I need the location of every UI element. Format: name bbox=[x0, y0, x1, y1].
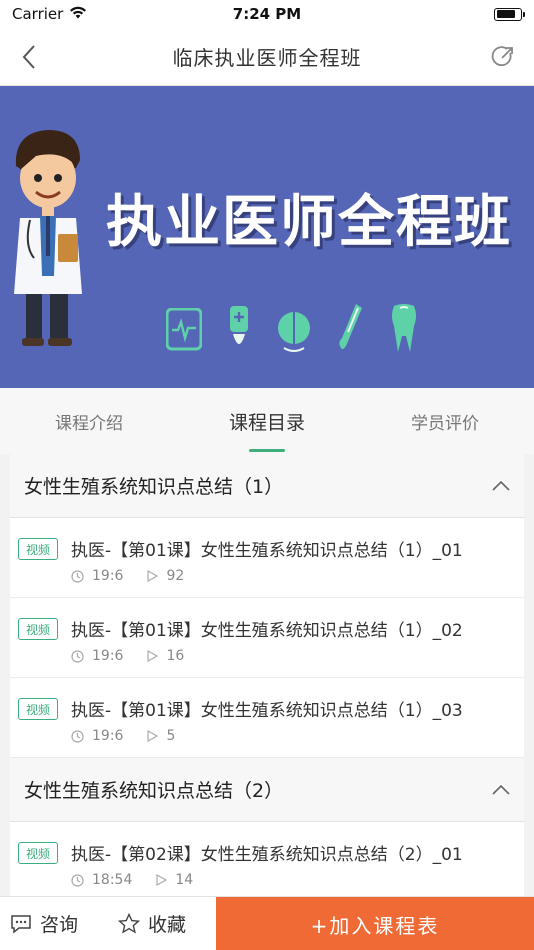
lesson-title: 执医-【第02课】女性生殖系统知识点总结（2）_01 bbox=[71, 845, 463, 865]
consult-button[interactable]: 咨询 bbox=[10, 910, 78, 937]
catalog-list: 女性生殖系统知识点总结（1） 视频 执医-【第01课】女性生殖系统知识点总结（1… bbox=[10, 454, 524, 902]
pill-icon bbox=[278, 312, 310, 352]
lesson-duration: 19:6 bbox=[92, 648, 124, 664]
lesson-duration: 18:54 bbox=[92, 872, 133, 888]
section-header[interactable]: 女性生殖系统知识点总结（2） bbox=[10, 758, 524, 822]
iv-bag-icon bbox=[230, 306, 248, 344]
tooth-icon bbox=[392, 304, 416, 352]
chevron-up-icon bbox=[492, 480, 510, 491]
share-icon bbox=[491, 46, 513, 67]
chat-icon bbox=[10, 914, 32, 934]
status-bar: Carrier 7:24 PM bbox=[0, 0, 534, 28]
lesson-plays: 16 bbox=[166, 648, 185, 664]
bottom-action-bar: 咨询 收藏 +加入课程表 bbox=[0, 896, 534, 950]
clock-icon bbox=[71, 569, 84, 583]
chevron-up-icon bbox=[492, 784, 510, 795]
play-icon bbox=[147, 730, 159, 742]
carrier-label: Carrier bbox=[12, 5, 64, 23]
status-left: Carrier bbox=[12, 5, 87, 23]
doctor-illustration bbox=[14, 130, 82, 346]
lesson-meta: 18:54 14 bbox=[71, 872, 193, 888]
clock-icon bbox=[71, 729, 84, 743]
share-button[interactable] bbox=[490, 44, 516, 70]
tab-student-reviews[interactable]: 学员评价 bbox=[356, 388, 534, 454]
tab-course-intro[interactable]: 课程介绍 bbox=[0, 388, 178, 454]
play-icon bbox=[147, 650, 159, 662]
section-title: 女性生殖系统知识点总结（2） bbox=[24, 780, 284, 802]
consult-label: 咨询 bbox=[40, 914, 79, 936]
video-badge: 视频 bbox=[18, 842, 58, 864]
section-header[interactable]: 女性生殖系统知识点总结（1） bbox=[10, 454, 524, 518]
join-course-button[interactable]: +加入课程表 bbox=[216, 897, 534, 950]
clock-icon bbox=[71, 649, 84, 663]
tab-course-catalog[interactable]: 课程目录 bbox=[178, 388, 356, 454]
section-title: 女性生殖系统知识点总结（1） bbox=[24, 476, 284, 498]
lesson-duration: 19:6 bbox=[92, 568, 124, 584]
back-button[interactable] bbox=[14, 42, 44, 72]
lesson-meta: 19:6 5 bbox=[71, 728, 175, 744]
lesson-item[interactable]: 视频 执医-【第02课】女性生殖系统知识点总结（2）_01 18:54 14 bbox=[10, 822, 524, 902]
video-badge: 视频 bbox=[18, 698, 58, 720]
battery-icon bbox=[494, 7, 525, 21]
monitor-icon bbox=[166, 308, 202, 351]
lesson-plays: 5 bbox=[166, 728, 176, 744]
favorite-label: 收藏 bbox=[148, 914, 187, 936]
chevron-left-icon bbox=[22, 45, 35, 69]
lesson-plays: 14 bbox=[175, 872, 194, 888]
play-icon bbox=[147, 570, 159, 582]
lesson-item[interactable]: 视频 执医-【第01课】女性生殖系统知识点总结（1）_03 19:6 5 bbox=[10, 678, 524, 758]
page-title: 临床执业医师全程班 bbox=[172, 46, 362, 70]
lesson-plays: 92 bbox=[166, 568, 185, 584]
video-badge: 视频 bbox=[18, 538, 58, 560]
lesson-item[interactable]: 视频 执医-【第01课】女性生殖系统知识点总结（1）_02 19:6 16 bbox=[10, 598, 524, 678]
nav-bar: 临床执业医师全程班 bbox=[0, 28, 534, 86]
video-badge: 视频 bbox=[18, 618, 58, 640]
lesson-meta: 19:6 92 bbox=[71, 568, 184, 584]
star-icon bbox=[118, 913, 140, 934]
banner-title: 执业医师全程班 bbox=[106, 190, 512, 255]
favorite-button[interactable]: 收藏 bbox=[118, 910, 186, 937]
lesson-title: 执医-【第01课】女性生殖系统知识点总结（1）_02 bbox=[71, 621, 463, 641]
wifi-icon bbox=[69, 5, 87, 23]
lesson-item[interactable]: 视频 执医-【第01课】女性生殖系统知识点总结（1）_01 19:6 92 bbox=[10, 518, 524, 598]
lesson-title: 执医-【第01课】女性生殖系统知识点总结（1）_03 bbox=[71, 701, 463, 721]
course-tabs: 课程介绍 课程目录 学员评价 bbox=[0, 388, 534, 454]
course-banner: 执业医师全程班 bbox=[0, 86, 534, 388]
clock-icon bbox=[71, 873, 84, 887]
medical-icons bbox=[166, 302, 418, 354]
lesson-duration: 19:6 bbox=[92, 728, 124, 744]
lesson-meta: 19:6 16 bbox=[71, 648, 184, 664]
lesson-title: 执医-【第01课】女性生殖系统知识点总结（1）_01 bbox=[71, 541, 463, 561]
test-tube-icon bbox=[339, 304, 362, 349]
play-icon bbox=[156, 874, 168, 886]
